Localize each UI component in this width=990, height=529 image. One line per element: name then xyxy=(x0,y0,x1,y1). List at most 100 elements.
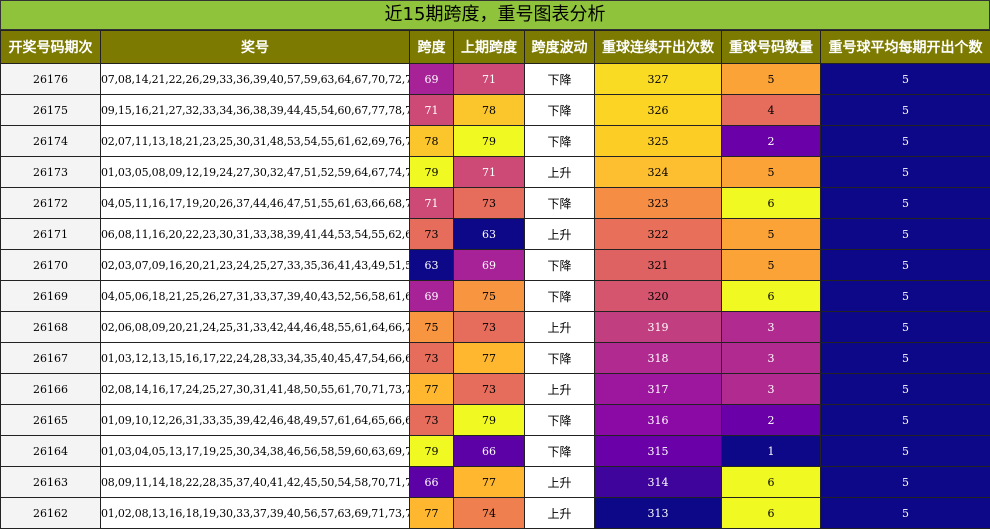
header-period: 开奖号码期次 xyxy=(0,30,101,64)
cell-consecutive: 314 xyxy=(594,466,722,498)
cell-consecutive: 322 xyxy=(594,218,722,250)
cell-repeat-avg: 5 xyxy=(820,249,990,281)
table-row: 26169 04,05,06,18,21,25,26,27,31,33,37,39… xyxy=(0,280,990,312)
cell-consecutive: 313 xyxy=(594,497,722,529)
cell-repeat-count: 2 xyxy=(721,404,821,436)
table-row: 26166 02,08,14,16,17,24,25,27,30,31,41,48… xyxy=(0,373,990,405)
cell-period: 26168 xyxy=(0,311,101,343)
cell-repeat-avg: 5 xyxy=(820,156,990,188)
cell-repeat-count: 6 xyxy=(721,497,821,529)
cell-repeat-count: 4 xyxy=(721,94,821,126)
cell-numbers: 02,03,07,09,16,20,21,23,24,25,27,33,35,3… xyxy=(100,249,410,281)
cell-repeat-count: 5 xyxy=(721,156,821,188)
header-trend: 跨度波动 xyxy=(524,30,595,64)
chart-table-container: 近15期跨度，重号图表分析 开奖号码期次 奖号 跨度 上期跨度 跨度波动 重球连… xyxy=(0,0,990,529)
cell-repeat-avg: 5 xyxy=(820,218,990,250)
table-row: 26165 01,09,10,12,26,31,33,35,39,42,46,48… xyxy=(0,404,990,436)
cell-prev-span: 71 xyxy=(453,63,525,95)
header-repeat-avg: 重号球平均每期开出个数 xyxy=(820,30,990,64)
table-row: 26173 01,03,05,08,09,12,19,24,27,30,32,47… xyxy=(0,156,990,188)
table-row: 26163 08,09,11,14,18,22,28,35,37,40,41,42… xyxy=(0,466,990,498)
cell-span: 66 xyxy=(409,466,454,498)
cell-numbers: 01,03,04,05,13,17,19,25,30,34,38,46,56,5… xyxy=(100,435,410,467)
cell-numbers: 04,05,06,18,21,25,26,27,31,33,37,39,40,4… xyxy=(100,280,410,312)
table-row: 26168 02,06,08,09,20,21,24,25,31,33,42,44… xyxy=(0,311,990,343)
cell-numbers: 02,06,08,09,20,21,24,25,31,33,42,44,46,4… xyxy=(100,311,410,343)
cell-trend: 下降 xyxy=(524,125,595,157)
cell-repeat-count: 3 xyxy=(721,373,821,405)
cell-prev-span: 63 xyxy=(453,218,525,250)
cell-prev-span: 74 xyxy=(453,497,525,529)
cell-trend: 上升 xyxy=(524,466,595,498)
cell-span: 73 xyxy=(409,218,454,250)
cell-repeat-count: 5 xyxy=(721,63,821,95)
cell-repeat-count: 3 xyxy=(721,342,821,374)
cell-numbers: 01,02,08,13,16,18,19,30,33,37,39,40,56,5… xyxy=(100,497,410,529)
cell-consecutive: 319 xyxy=(594,311,722,343)
cell-consecutive: 323 xyxy=(594,187,722,219)
cell-trend: 下降 xyxy=(524,404,595,436)
table-row: 26170 02,03,07,09,16,20,21,23,24,25,27,33… xyxy=(0,249,990,281)
cell-period: 26175 xyxy=(0,94,101,126)
cell-period: 26163 xyxy=(0,466,101,498)
cell-prev-span: 69 xyxy=(453,249,525,281)
cell-period: 26171 xyxy=(0,218,101,250)
cell-consecutive: 317 xyxy=(594,373,722,405)
header-repeat-count: 重球号码数量 xyxy=(721,30,821,64)
cell-prev-span: 73 xyxy=(453,311,525,343)
cell-period: 26167 xyxy=(0,342,101,374)
table-row: 26176 07,08,14,21,22,26,29,33,36,39,40,57… xyxy=(0,63,990,95)
cell-consecutive: 315 xyxy=(594,435,722,467)
cell-trend: 下降 xyxy=(524,187,595,219)
cell-repeat-count: 1 xyxy=(721,435,821,467)
cell-period: 26165 xyxy=(0,404,101,436)
cell-repeat-avg: 5 xyxy=(820,404,990,436)
cell-trend: 下降 xyxy=(524,280,595,312)
cell-consecutive: 318 xyxy=(594,342,722,374)
header-span: 跨度 xyxy=(409,30,454,64)
cell-consecutive: 325 xyxy=(594,125,722,157)
cell-span: 73 xyxy=(409,404,454,436)
table-row: 26167 01,03,12,13,15,16,17,22,24,28,33,34… xyxy=(0,342,990,374)
cell-numbers: 09,15,16,21,27,32,33,34,36,38,39,44,45,5… xyxy=(100,94,410,126)
cell-numbers: 08,09,11,14,18,22,28,35,37,40,41,42,45,5… xyxy=(100,466,410,498)
cell-repeat-count: 6 xyxy=(721,187,821,219)
cell-numbers: 01,03,12,13,15,16,17,22,24,28,33,34,35,4… xyxy=(100,342,410,374)
page-title: 近15期跨度，重号图表分析 xyxy=(0,0,990,30)
cell-repeat-count: 6 xyxy=(721,280,821,312)
cell-trend: 上升 xyxy=(524,373,595,405)
cell-prev-span: 73 xyxy=(453,187,525,219)
cell-consecutive: 321 xyxy=(594,249,722,281)
cell-numbers: 02,07,11,13,18,21,23,25,30,31,48,53,54,5… xyxy=(100,125,410,157)
cell-span: 79 xyxy=(409,435,454,467)
cell-span: 69 xyxy=(409,280,454,312)
cell-prev-span: 79 xyxy=(453,404,525,436)
cell-numbers: 01,09,10,12,26,31,33,35,39,42,46,48,49,5… xyxy=(100,404,410,436)
cell-prev-span: 77 xyxy=(453,466,525,498)
table-row: 26174 02,07,11,13,18,21,23,25,30,31,48,53… xyxy=(0,125,990,157)
cell-period: 26162 xyxy=(0,497,101,529)
cell-prev-span: 75 xyxy=(453,280,525,312)
cell-repeat-avg: 5 xyxy=(820,342,990,374)
table-row: 26172 04,05,11,16,17,19,20,26,37,44,46,47… xyxy=(0,187,990,219)
cell-span: 79 xyxy=(409,156,454,188)
cell-trend: 下降 xyxy=(524,435,595,467)
cell-repeat-count: 2 xyxy=(721,125,821,157)
cell-repeat-count: 3 xyxy=(721,311,821,343)
cell-span: 78 xyxy=(409,125,454,157)
cell-period: 26173 xyxy=(0,156,101,188)
cell-repeat-count: 6 xyxy=(721,466,821,498)
table-row: 26171 06,08,11,16,20,22,23,30,31,33,38,39… xyxy=(0,218,990,250)
cell-repeat-avg: 5 xyxy=(820,435,990,467)
cell-repeat-count: 5 xyxy=(721,249,821,281)
cell-consecutive: 320 xyxy=(594,280,722,312)
table-row: 26164 01,03,04,05,13,17,19,25,30,34,38,46… xyxy=(0,435,990,467)
cell-consecutive: 316 xyxy=(594,404,722,436)
cell-repeat-avg: 5 xyxy=(820,63,990,95)
cell-repeat-avg: 5 xyxy=(820,187,990,219)
table-header-row: 开奖号码期次 奖号 跨度 上期跨度 跨度波动 重球连续开出次数 重球号码数量 重… xyxy=(0,30,990,64)
header-prev-span: 上期跨度 xyxy=(453,30,525,64)
cell-numbers: 01,03,05,08,09,12,19,24,27,30,32,47,51,5… xyxy=(100,156,410,188)
cell-numbers: 06,08,11,16,20,22,23,30,31,33,38,39,41,4… xyxy=(100,218,410,250)
cell-period: 26176 xyxy=(0,63,101,95)
